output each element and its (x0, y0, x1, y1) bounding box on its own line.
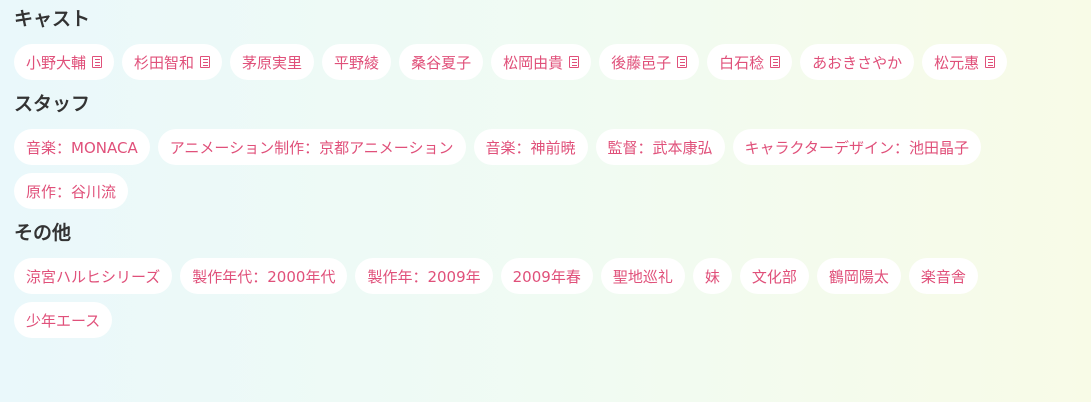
document-icon (677, 56, 688, 68)
cast-tag[interactable]: あおきさやか (800, 44, 915, 80)
staff-heading: スタッフ (14, 93, 91, 115)
cast-tag[interactable]: 小野大輔 (14, 44, 115, 80)
cast-tag-label: 平野綾 (334, 53, 380, 72)
cast-tag-label: 松元惠 (934, 53, 980, 72)
cast-tag-label: 後藤邑子 (611, 53, 672, 72)
cast-tag[interactable]: 杉田智和 (122, 44, 223, 80)
document-icon (770, 56, 781, 68)
other-tag[interactable]: 少年エース (14, 302, 113, 338)
other-tag[interactable]: 聖地巡礼 (600, 258, 685, 294)
cast-tag[interactable]: 松岡由貴 (491, 44, 592, 80)
cast-section: キャスト 小野大輔 杉田智和 茅原実里 平野綾 桑谷夏子 松岡由貴 後藤邑子 白… (14, 6, 1077, 80)
other-tag[interactable]: 2009年春 (500, 258, 593, 294)
cast-tag-label: 白石稔 (719, 53, 765, 72)
other-tag[interactable]: 製作年代：2000年代 (180, 258, 348, 294)
cast-tag[interactable]: 松元惠 (922, 44, 1008, 80)
staff-tags: 音楽：MONACA アニメーション制作：京都アニメーション 音楽：神前暁 監督：… (14, 129, 1077, 209)
cast-heading: キャスト (14, 8, 91, 30)
document-icon (985, 56, 996, 68)
cast-tag-label: 杉田智和 (134, 53, 195, 72)
staff-tag[interactable]: キャラクターデザイン：池田晶子 (732, 129, 981, 165)
cast-tag-label: 松岡由貴 (503, 53, 564, 72)
cast-tag-label: 茅原実里 (242, 53, 303, 72)
cast-tag-label: 桑谷夏子 (411, 53, 472, 72)
document-icon (569, 56, 580, 68)
other-tag[interactable]: 妹 (692, 258, 732, 294)
cast-tag[interactable]: 白石稔 (707, 44, 793, 80)
other-tag[interactable]: 楽音舎 (908, 258, 978, 294)
other-tag[interactable]: 鶴岡陽太 (816, 258, 901, 294)
cast-tag[interactable]: 後藤邑子 (599, 44, 700, 80)
cast-tag-label: あおきさやか (812, 53, 903, 72)
document-icon (92, 56, 103, 68)
other-tag[interactable]: 文化部 (739, 258, 809, 294)
other-tag[interactable]: 涼宮ハルヒシリーズ (14, 258, 173, 294)
document-icon (200, 56, 211, 68)
cast-tag[interactable]: 茅原実里 (230, 44, 315, 80)
staff-tag[interactable]: 音楽：神前暁 (473, 129, 588, 165)
other-heading: その他 (14, 222, 72, 244)
cast-tag[interactable]: 平野綾 (322, 44, 392, 80)
staff-section: スタッフ 音楽：MONACA アニメーション制作：京都アニメーション 音楽：神前… (14, 91, 1077, 209)
other-section: その他 涼宮ハルヒシリーズ 製作年代：2000年代 製作年：2009年 2009… (14, 220, 1077, 338)
other-tags: 涼宮ハルヒシリーズ 製作年代：2000年代 製作年：2009年 2009年春 聖… (14, 258, 1077, 338)
staff-tag[interactable]: アニメーション制作：京都アニメーション (157, 129, 466, 165)
cast-tag[interactable]: 桑谷夏子 (399, 44, 484, 80)
staff-tag[interactable]: 原作：谷川流 (14, 173, 129, 209)
other-tag[interactable]: 製作年：2009年 (355, 258, 493, 294)
staff-tag[interactable]: 音楽：MONACA (14, 129, 150, 165)
cast-tag-label: 小野大輔 (26, 53, 87, 72)
cast-tags: 小野大輔 杉田智和 茅原実里 平野綾 桑谷夏子 松岡由貴 後藤邑子 白石稔 あお… (14, 44, 1077, 80)
tag-panel: キャスト 小野大輔 杉田智和 茅原実里 平野綾 桑谷夏子 松岡由貴 後藤邑子 白… (0, 0, 1091, 338)
staff-tag[interactable]: 監督：武本康弘 (595, 129, 725, 165)
